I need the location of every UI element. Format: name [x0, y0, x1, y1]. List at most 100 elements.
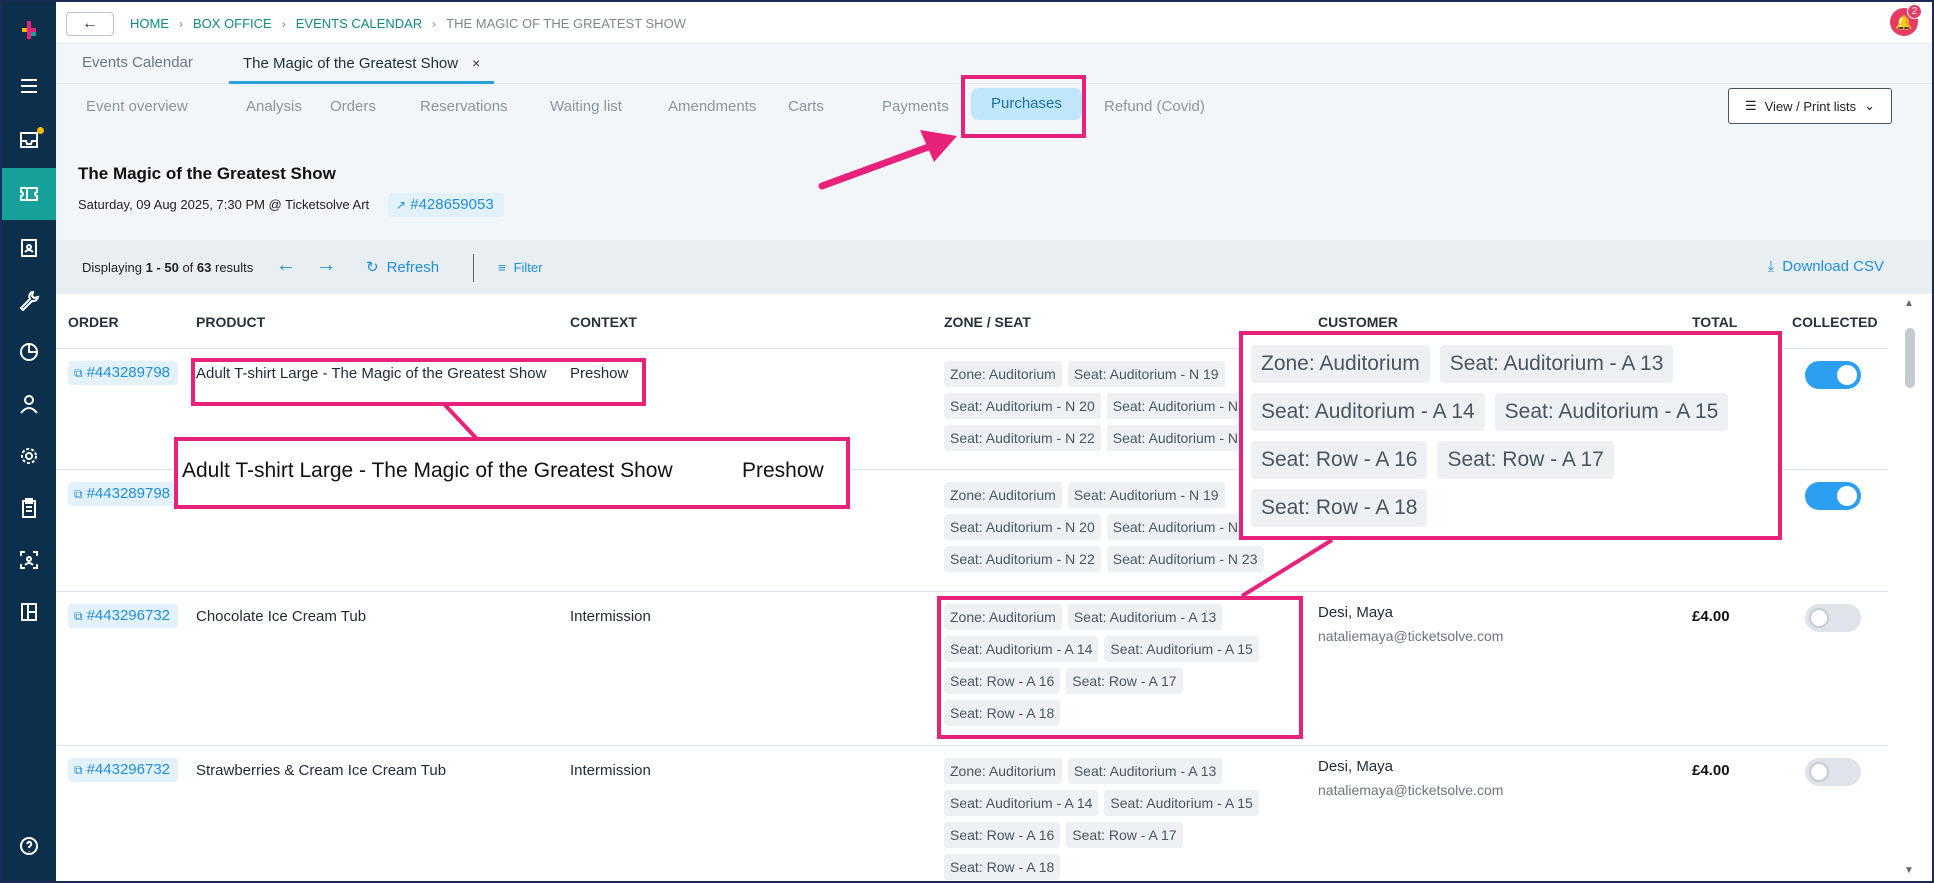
col-collected[interactable]: COLLECTED — [1792, 314, 1878, 330]
menu-icon[interactable] — [2, 60, 56, 112]
breadcrumb-current: THE MAGIC OF THE GREATEST SHOW — [446, 16, 686, 31]
col-zone-seat[interactable]: ZONE / SEAT — [944, 314, 1031, 330]
wrench-icon[interactable] — [2, 274, 56, 326]
zoom-seat-chip: Seat: Auditorium - A 14 — [1251, 393, 1485, 431]
clipboard-icon[interactable] — [2, 482, 56, 534]
notification-button[interactable]: 🔔 2 — [1890, 4, 1922, 36]
seat-list: Zone: Auditorium Seat: Auditorium - A 13… — [944, 758, 1304, 880]
seat-chip: Seat: Auditorium - N 20 — [944, 514, 1101, 540]
col-context[interactable]: CONTEXT — [570, 314, 637, 330]
tab-analysis[interactable]: Analysis — [230, 92, 318, 122]
context: Intermission — [570, 608, 651, 625]
breadcrumb-events-calendar[interactable]: EVENTS CALENDAR — [296, 16, 422, 31]
seat-chip: Zone: Auditorium — [944, 482, 1062, 508]
tab-reservations[interactable]: Reservations — [404, 92, 524, 122]
seat-chip: Seat: Row - A 17 — [1066, 822, 1183, 848]
tab-events-calendar[interactable]: Events Calendar — [68, 44, 207, 84]
customer-name: Desi, Maya — [1318, 604, 1394, 621]
gear-icon[interactable] — [2, 430, 56, 482]
scroll-thumb[interactable] — [1905, 328, 1915, 388]
context: Intermission — [570, 762, 651, 779]
zoom-seat-chip: Seat: Row - A 17 — [1437, 441, 1614, 479]
vertical-scrollbar[interactable]: ▲ ▼ — [1904, 298, 1916, 876]
order-link[interactable]: ⧉ #443289798 — [68, 361, 179, 385]
refresh-button[interactable]: ↻ Refresh — [366, 258, 439, 277]
toggle-knob — [1837, 365, 1857, 385]
order-link[interactable]: ⧉ #443296732 — [68, 758, 179, 782]
tab-event-overview[interactable]: Event overview — [70, 92, 204, 122]
seat-chip: Seat: Auditorium - N 22 — [944, 546, 1101, 572]
view-print-lists-button[interactable]: ☰ View / Print lists ⌄ — [1728, 88, 1892, 124]
tab-waiting-list[interactable]: Waiting list — [534, 92, 638, 122]
row-total: £4.00 — [1692, 608, 1730, 625]
collected-toggle[interactable] — [1805, 758, 1861, 786]
copy-icon: ⧉ — [74, 763, 83, 777]
results-suffix: results — [211, 260, 254, 275]
tab-refund-covid[interactable]: Refund (Covid) — [1088, 92, 1221, 122]
layout-icon[interactable] — [2, 586, 56, 638]
inbox-badge — [37, 127, 44, 134]
customer-email[interactable]: nataliemaya@ticketsolve.com — [1318, 782, 1503, 798]
copy-icon: ⧉ — [74, 487, 83, 501]
collected-toggle[interactable] — [1805, 604, 1861, 632]
next-page-icon[interactable]: → — [316, 254, 336, 277]
col-product[interactable]: PRODUCT — [196, 314, 265, 330]
copy-icon: ⧉ — [74, 609, 83, 623]
purchases-highlight — [961, 75, 1086, 138]
ticket-icon[interactable] — [2, 168, 56, 220]
col-order[interactable]: ORDER — [68, 314, 119, 330]
row-total: £4.00 — [1692, 762, 1730, 779]
inbox-icon[interactable] — [2, 114, 56, 166]
help-icon[interactable] — [2, 820, 56, 872]
scroll-down-icon[interactable]: ▼ — [1904, 865, 1914, 876]
download-icon: ⤓ — [1767, 258, 1775, 275]
seat-chip: Zone: Auditorium — [944, 361, 1062, 387]
col-total[interactable]: TOTAL — [1692, 314, 1737, 330]
back-button[interactable]: ← — [66, 12, 114, 36]
collected-toggle[interactable] — [1805, 361, 1861, 389]
zoom-seat-list: Zone: Auditorium Seat: Auditorium - A 13… — [1251, 345, 1771, 527]
user-icon[interactable] — [2, 378, 56, 430]
refresh-icon: ↻ — [366, 259, 379, 276]
customer-email[interactable]: nataliemaya@ticketsolve.com — [1318, 628, 1503, 644]
tab-carts[interactable]: Carts — [772, 92, 840, 122]
tab-event[interactable]: The Magic of the Greatest Show × — [229, 44, 495, 84]
top-bar: ← HOME › BOX OFFICE › EVENTS CALENDAR › … — [56, 2, 1932, 44]
breadcrumb-home[interactable]: HOME — [130, 16, 169, 31]
product-name: Chocolate Ice Cream Tub — [196, 608, 367, 625]
col-customer[interactable]: CUSTOMER — [1318, 314, 1398, 330]
external-link-icon: ↗ — [396, 198, 407, 212]
previous-page-icon[interactable]: ← — [276, 254, 296, 277]
toggle-knob — [1809, 608, 1829, 628]
tab-amendments[interactable]: Amendments — [652, 92, 772, 122]
scan-icon[interactable] — [2, 534, 56, 586]
filter-icon: ≡ — [498, 260, 506, 275]
zoom-product-name: Adult T-shirt Large - The Magic of the G… — [182, 459, 673, 482]
view-print-label: View / Print lists — [1764, 98, 1857, 114]
zoom-context: Preshow — [742, 459, 824, 482]
order-link[interactable]: ⧉ #443289798 — [68, 482, 179, 506]
breadcrumb-box-office[interactable]: BOX OFFICE — [193, 16, 272, 31]
seat-chip: Seat: Auditorium - N 19 — [1067, 482, 1225, 508]
event-date-venue: Saturday, 09 Aug 2025, 7:30 PM @ Tickets… — [78, 197, 370, 212]
scroll-up-icon[interactable]: ▲ — [1904, 298, 1914, 309]
seat-chip: Seat: Auditorium - N 23 — [1106, 546, 1264, 572]
filter-label: Filter — [513, 260, 543, 275]
filter-button[interactable]: ≡ Filter — [498, 260, 542, 275]
toolbar-divider — [473, 254, 474, 282]
chevron-right-icon: › — [179, 16, 183, 31]
copy-icon: ⧉ — [74, 366, 83, 380]
order-link[interactable]: ⧉ #443296732 — [68, 604, 179, 628]
close-tab-icon[interactable]: × — [472, 55, 480, 71]
notification-count: 2 — [1907, 4, 1922, 19]
logo-icon[interactable] — [2, 4, 56, 56]
event-id-link[interactable]: ↗ #428659053 — [388, 193, 504, 217]
tab-payments[interactable]: Payments — [866, 92, 965, 122]
download-csv-button[interactable]: ⤓ Download CSV — [1768, 258, 1884, 275]
contacts-icon[interactable] — [2, 222, 56, 274]
collected-toggle[interactable] — [1805, 482, 1861, 510]
chart-icon[interactable] — [2, 326, 56, 378]
seats-highlight — [937, 596, 1303, 739]
tab-orders[interactable]: Orders — [314, 92, 392, 122]
results-range: 1 - 50 — [145, 260, 179, 275]
